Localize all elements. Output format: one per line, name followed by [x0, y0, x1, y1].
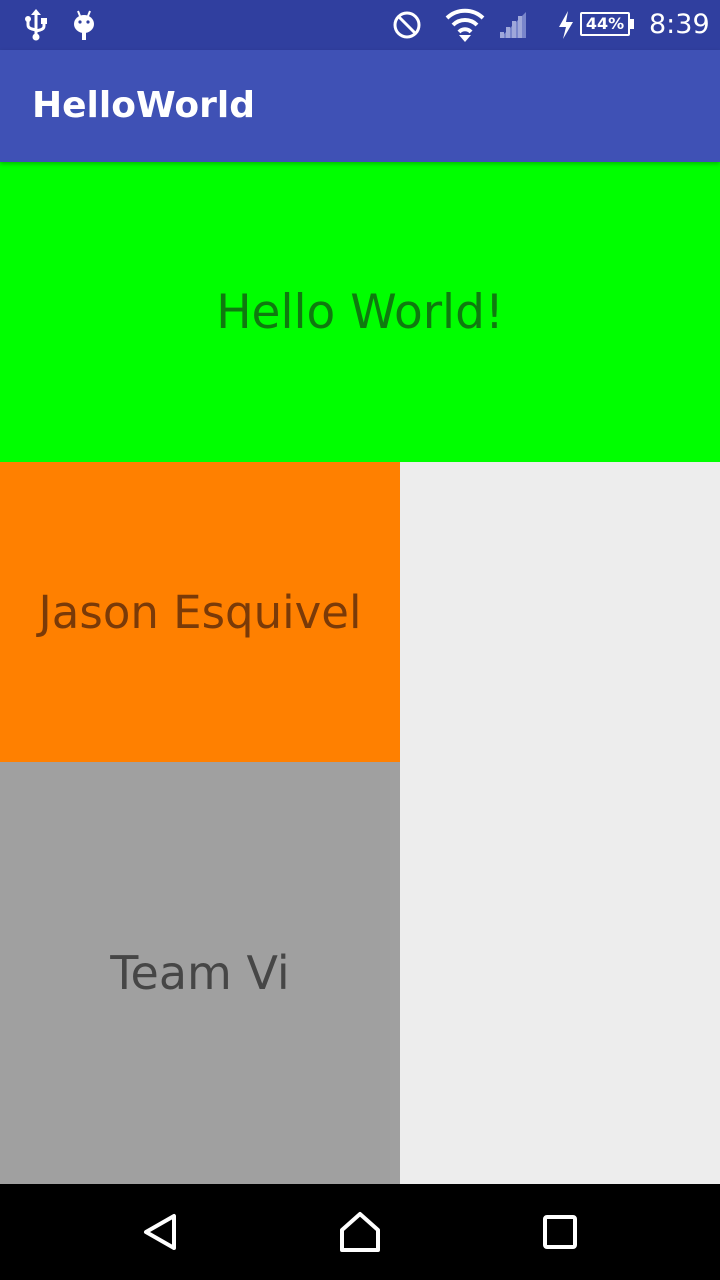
empty-panel — [400, 462, 720, 1184]
wifi-icon — [445, 0, 485, 50]
team-text: Team Vi — [110, 946, 290, 1000]
charging-icon — [556, 0, 576, 50]
team-panel: Team Vi — [0, 762, 400, 1184]
back-icon — [144, 1214, 176, 1250]
battery-terminal — [630, 19, 634, 29]
home-icon — [340, 1212, 380, 1252]
status-bar: 44% 8:39 — [0, 0, 720, 50]
battery-indicator: 44% — [580, 12, 630, 36]
android-debug-icon — [70, 0, 98, 50]
navigation-bar — [0, 1184, 720, 1280]
do-not-disturb-icon — [392, 0, 422, 50]
hello-panel: Hello World! — [0, 162, 720, 462]
usb-icon — [22, 0, 50, 50]
battery-level: 44% — [585, 14, 625, 33]
recents-icon — [543, 1215, 577, 1249]
back-button[interactable] — [112, 1184, 208, 1280]
clock: 8:39 — [649, 9, 710, 40]
name-text: Jason Esquivel — [38, 585, 362, 639]
recents-button[interactable] — [512, 1184, 608, 1280]
hello-text: Hello World! — [216, 284, 504, 340]
app-title: HelloWorld — [32, 85, 255, 126]
app-bar: HelloWorld — [0, 50, 720, 162]
home-button[interactable] — [312, 1184, 408, 1280]
name-panel: Jason Esquivel — [0, 462, 400, 762]
cell-signal-icon — [498, 0, 528, 50]
